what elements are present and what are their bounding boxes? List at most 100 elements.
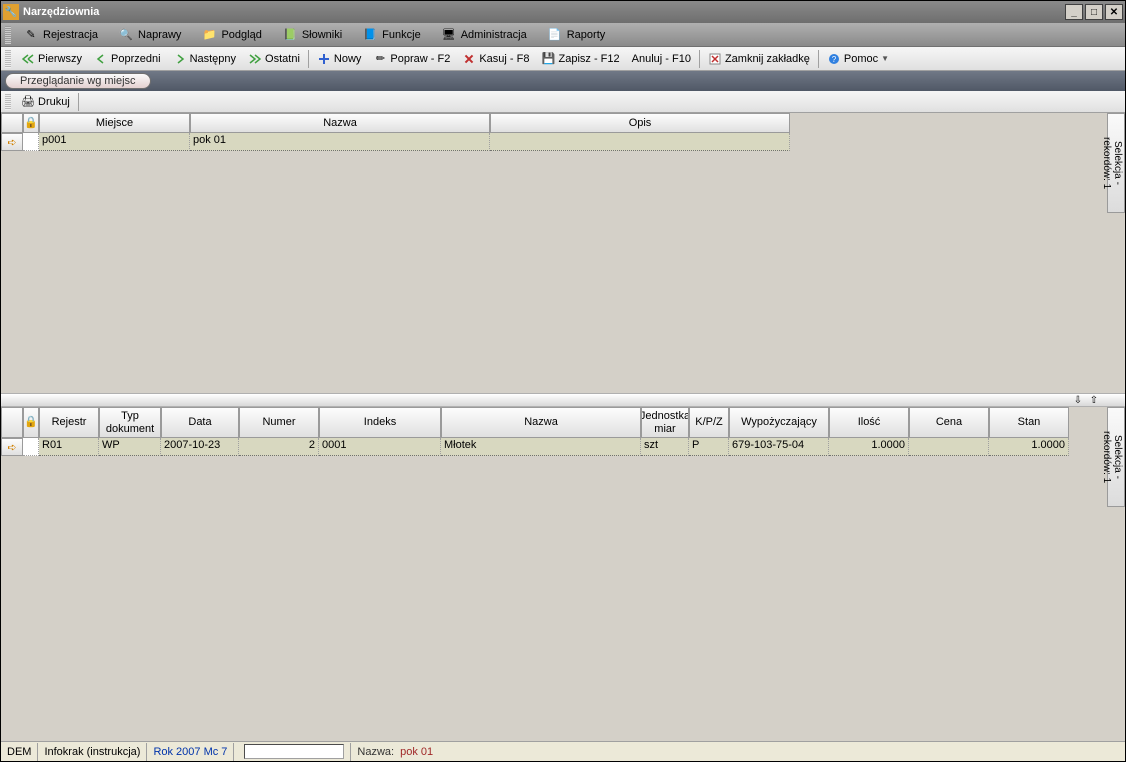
table-row[interactable]: ➪ p001 pok 01 [1,133,1125,151]
cell-data[interactable]: 2007-10-23 [161,438,239,456]
col-typ[interactable]: Typ dokument [99,407,161,438]
sb-period[interactable]: Rok 2007 Mc 7 [147,743,234,761]
col-indicator[interactable] [1,407,23,438]
sb-nazwa-value: pok 01 [400,746,433,758]
new-icon [317,52,331,66]
delete-icon [462,52,476,66]
grip-icon [5,50,11,68]
prev-icon [94,52,108,66]
chevron-down-icon: ▼ [881,54,889,63]
col-indeks[interactable]: Indeks [319,407,441,438]
separator [308,50,309,68]
cell-nazwa[interactable]: pok 01 [190,133,490,151]
tb-print[interactable]: 🖨Drukuj [15,92,76,112]
cell-jm[interactable]: szt [641,438,689,456]
cell-opis[interactable] [490,133,790,151]
cell-miejsce[interactable]: p001 [39,133,190,151]
cell-indeks[interactable]: 0001 [319,438,441,456]
close-button[interactable]: ✕ [1105,4,1123,20]
arrow-right-icon: ➪ [7,441,16,454]
menu-podglad[interactable]: 📁Podgląd [191,24,271,46]
cell-numer[interactable]: 2 [239,438,319,456]
col-jm[interactable]: Jednostka miar [641,407,689,438]
col-nazwa[interactable]: Nazwa [190,113,490,133]
tb-close-tab[interactable]: Zamknij zakładkę [702,49,816,69]
table-row[interactable]: ➪ R01 WP 2007-10-23 2 0001 Młotek szt P … [1,438,1125,456]
cell-rejestr[interactable]: R01 [39,438,99,456]
col-numer[interactable]: Numer [239,407,319,438]
side-tab-selection[interactable]: Selekcja - rekordów: 1 [1107,407,1125,507]
arrow-down-icon[interactable]: ⇩ [1071,394,1085,406]
sb-nazwa-label: Nazwa: [357,746,394,758]
minimize-button[interactable]: _ [1065,4,1083,20]
col-stan[interactable]: Stan [989,407,1069,438]
grip-icon [5,26,11,44]
arrow-up-icon[interactable]: ⇧ [1087,394,1101,406]
tb-delete[interactable]: Kasuj - F8 [456,49,535,69]
grid-header: 🔒 Rejestr Typ dokument Data Numer Indeks… [1,407,1125,438]
tb-prev[interactable]: Poprzedni [88,49,167,69]
sb-search-input[interactable] [244,744,344,759]
cell-wypoz[interactable]: 679-103-75-04 [729,438,829,456]
col-ilosc[interactable]: Ilość [829,407,909,438]
pen-icon: ✎ [23,27,39,43]
tb-first[interactable]: Pierwszy [15,49,88,69]
col-nazwa[interactable]: Nazwa [441,407,641,438]
sb-infokrak[interactable]: Infokrak (instrukcja) [38,743,147,761]
save-icon: 💾 [541,52,555,66]
col-indicator[interactable] [1,113,23,133]
menu-administracja[interactable]: 🖥Administracja [431,24,537,46]
admin-icon: 🖥 [441,27,457,43]
col-miejsce[interactable]: Miejsce [39,113,190,133]
col-opis[interactable]: Opis [490,113,790,133]
col-rejestr[interactable]: Rejestr [39,407,99,438]
func-icon: 📘 [362,27,378,43]
tb-last[interactable]: Ostatni [242,49,306,69]
col-lock[interactable]: 🔒 [23,407,39,438]
separator [78,93,79,111]
cell-stan[interactable]: 1.0000 [989,438,1069,456]
first-icon [21,52,35,66]
col-kpz[interactable]: K/P/Z [689,407,729,438]
tab-row: Przeglądanie wg miejsc [1,71,1125,91]
window-title: Narzędziownia [23,6,99,18]
cell-lock [23,133,39,151]
lower-grid[interactable]: 🔒 Rejestr Typ dokument Data Numer Indeks… [1,407,1125,725]
edit-icon: ✏ [373,52,387,66]
col-cena[interactable]: Cena [909,407,989,438]
col-data[interactable]: Data [161,407,239,438]
report-icon: 📄 [547,27,563,43]
tb-new[interactable]: Nowy [311,49,368,69]
menu-naprawy[interactable]: 🔍Naprawy [108,24,191,46]
row-indicator: ➪ [1,133,23,151]
close-tab-icon [708,52,722,66]
tb-next[interactable]: Następny [167,49,242,69]
cell-ilosc[interactable]: 1.0000 [829,438,909,456]
maximize-button[interactable]: □ [1085,4,1103,20]
tb-edit[interactable]: ✏Popraw - F2 [367,49,456,69]
cell-kpz[interactable]: P [689,438,729,456]
menu-rejestracja[interactable]: ✎Rejestracja [13,24,108,46]
menu-slowniki[interactable]: 📗Słowniki [272,24,352,46]
upper-grid[interactable]: 🔒 Miejsce Nazwa Opis ➪ p001 pok 01 [1,113,1125,393]
col-wypoz[interactable]: Wypożyczający [729,407,829,438]
side-tab-selection[interactable]: Selekcja - rekordów: 1 [1107,113,1125,213]
tb-cancel[interactable]: Anuluj - F10 [626,49,697,69]
lock-icon: 🔒 [24,117,38,129]
folder-icon: 📁 [201,27,217,43]
sb-dem[interactable]: DEM [1,743,38,761]
cell-nazwa[interactable]: Młotek [441,438,641,456]
menubar: ✎Rejestracja 🔍Naprawy 📁Podgląd 📗Słowniki… [1,23,1125,47]
statusbar: DEM Infokrak (instrukcja) Rok 2007 Mc 7 … [1,741,1125,761]
next-icon [173,52,187,66]
tb-help[interactable]: ?Pomoc▼ [821,49,895,69]
cell-cena[interactable] [909,438,989,456]
wrench-icon: 🔍 [118,27,134,43]
tb-save[interactable]: 💾Zapisz - F12 [535,49,625,69]
tab-active[interactable]: Przeglądanie wg miejsc [5,73,151,89]
menu-funkcje[interactable]: 📘Funkcje [352,24,431,46]
menu-raporty[interactable]: 📄Raporty [537,24,616,46]
split-divider[interactable]: ⇩ ⇧ [1,393,1125,407]
cell-typ[interactable]: WP [99,438,161,456]
col-lock[interactable]: 🔒 [23,113,39,133]
